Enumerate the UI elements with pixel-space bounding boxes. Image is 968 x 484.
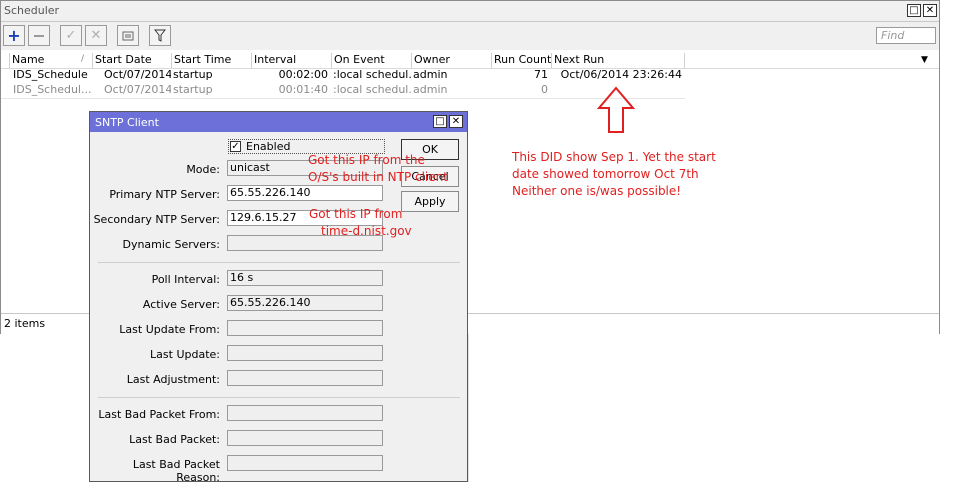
col-on-event[interactable]: On Event (331, 53, 411, 68)
active-server-field: 65.55.226.140 (227, 295, 383, 311)
divider (98, 397, 460, 398)
last-bad-packet-reason-label: Last Bad Packet Reason: (132, 458, 220, 484)
item-count: 2 items (4, 317, 46, 330)
last-bad-packet-field (227, 430, 383, 446)
sntp-close-button[interactable]: ✕ (449, 115, 463, 128)
add-button[interactable]: + (3, 25, 25, 46)
cell-run-count: 71 (534, 68, 548, 81)
annotation-line: Got this IP from (309, 207, 403, 221)
cell-owner: admin (413, 83, 448, 96)
poll-interval-label: Poll Interval: (151, 273, 220, 286)
cell-on-event: :local schedul... (333, 83, 411, 96)
annotation-ip-note-2: Got this IP from time-d.nist.gov (309, 206, 412, 240)
annotation-line: Neither one is/was possible! (512, 184, 682, 198)
last-update-field (227, 345, 383, 361)
last-adjustment-field (227, 370, 383, 386)
red-up-arrow-icon (596, 86, 636, 133)
cell-on-event: :local schedul... (333, 68, 411, 81)
last-bad-packet-label: Last Bad Packet: (129, 433, 220, 446)
poll-interval-field: 16 s (227, 270, 383, 286)
disable-icon: ✕ (90, 28, 102, 43)
mode-label: Mode: (186, 163, 220, 176)
secondary-ntp-label: Secondary NTP Server: (93, 213, 220, 226)
table-header: Name / Start Date Start Time Interval On… (1, 53, 939, 69)
active-server-label: Active Server: (142, 298, 220, 311)
sntp-restore-button[interactable]: □ (433, 115, 447, 128)
sntp-title: SNTP Client (95, 116, 159, 129)
primary-ntp-label: Primary NTP Server: (109, 188, 220, 201)
add-icon: + (7, 26, 21, 45)
col-owner[interactable]: Owner (411, 53, 491, 68)
dynamic-servers-label: Dynamic Servers: (122, 238, 220, 251)
col-name[interactable]: Name (9, 53, 92, 68)
scheduler-title: Scheduler (4, 4, 60, 17)
last-bad-packet-from-label: Last Bad Packet From: (98, 408, 220, 421)
cell-start-date: Oct/07/2014 (104, 68, 171, 81)
last-update-label: Last Update: (150, 348, 220, 361)
primary-ntp-field[interactable]: 65.55.226.140 (227, 185, 383, 201)
enable-button[interactable]: ✓ (60, 25, 82, 46)
table-row[interactable]: IDS_Schedul... Oct/07/2014 startup 00:01… (1, 83, 939, 98)
background-gridline (468, 334, 475, 482)
annotation-ip-note-1: Got this IP from the O/S's built in NTP … (308, 152, 448, 186)
last-update-from-label: Last Update From: (119, 323, 220, 336)
table-row[interactable]: IDS_Schedule Oct/07/2014 startup 00:02:0… (1, 68, 939, 83)
annotation-line: time-d.nist.gov (321, 224, 412, 238)
checkbox-checked-icon: ✓ (230, 141, 241, 152)
sort-icon: / (81, 54, 85, 64)
remove-button[interactable] (28, 25, 50, 46)
row-divider (1, 98, 685, 99)
cell-next-run: Oct/06/2014 23:26:44 (560, 68, 682, 81)
annotation-line: O/S's built in NTP client (308, 170, 448, 184)
last-adjustment-label: Last Adjustment: (126, 373, 220, 386)
cell-interval: 00:02:00 (278, 68, 328, 81)
last-bad-packet-reason-field (227, 455, 383, 471)
comment-button[interactable] (117, 25, 139, 46)
disable-button[interactable]: ✕ (85, 25, 107, 46)
restore-button[interactable]: □ (907, 4, 921, 17)
filter-icon (153, 29, 167, 42)
columns-dropdown-icon[interactable]: ▼ (921, 55, 928, 65)
last-update-from-field (227, 320, 383, 336)
cell-run-count: 0 (541, 83, 548, 96)
annotation-line: Got this IP from the (308, 153, 425, 167)
col-interval[interactable]: Interval (251, 53, 331, 68)
divider (98, 262, 460, 263)
filter-button[interactable] (149, 25, 171, 46)
sntp-title-bar[interactable]: SNTP Client □ ✕ (90, 112, 467, 132)
cell-start-time: startup (173, 68, 213, 81)
cell-start-time: startup (173, 83, 213, 96)
cell-start-date: Oct/07/2014 (104, 83, 171, 96)
cell-name: IDS_Schedule (13, 68, 88, 81)
enabled-label: Enabled (246, 140, 291, 153)
col-next-run[interactable]: Next Run (551, 53, 685, 68)
cell-name: IDS_Schedul... (13, 83, 92, 96)
col-start-date[interactable]: Start Date (92, 53, 171, 68)
cell-owner: admin (413, 68, 448, 81)
close-button[interactable]: ✕ (923, 4, 937, 17)
find-input[interactable]: Find (876, 27, 936, 44)
cell-interval: 00:01:40 (278, 83, 328, 96)
annotation-line: date showed tomorrow Oct 7th (512, 167, 699, 181)
annotation-date-note: This DID show Sep 1. Yet the start date … (512, 149, 716, 200)
col-start-time[interactable]: Start Time (171, 53, 251, 68)
annotation-line: This DID show Sep 1. Yet the start (512, 150, 716, 164)
last-bad-packet-from-field (227, 405, 383, 421)
col-run-count[interactable]: Run Count (491, 53, 551, 68)
remove-icon (34, 35, 44, 37)
scheduler-toolbar: + ✓ ✕ Find (1, 22, 939, 50)
enable-icon: ✓ (65, 28, 77, 43)
comment-icon (122, 31, 134, 41)
scheduler-title-bar[interactable]: Scheduler □ ✕ (1, 1, 939, 22)
